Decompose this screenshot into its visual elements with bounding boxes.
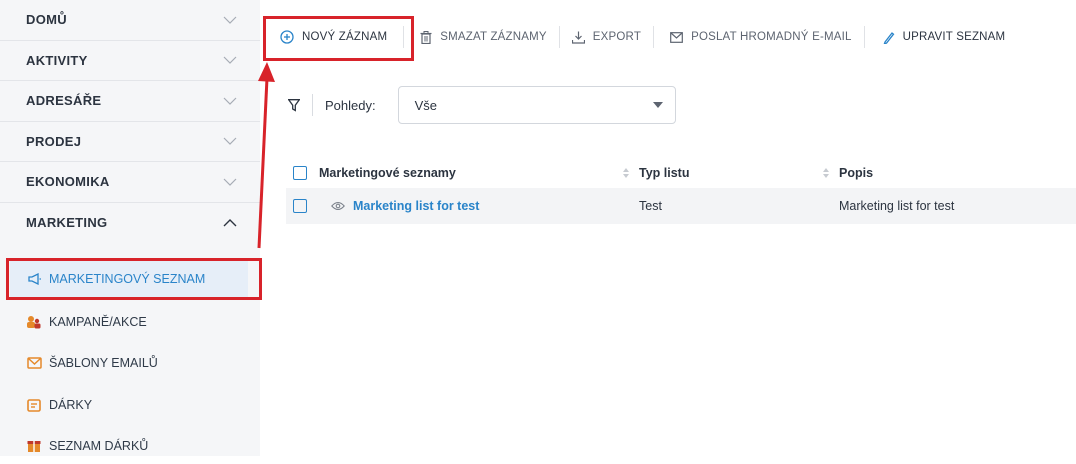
campaign-icon [26,314,42,330]
sidebar-item-gift-list[interactable]: SEZNAM DÁRKŮ [10,428,248,464]
megaphone-icon [26,271,42,287]
envelope-icon [26,355,42,371]
select-all-checkbox[interactable] [293,166,307,180]
sidebar-item-email-templates[interactable]: ŠABLONY EMAILŮ [10,345,248,381]
cell-description-value: Marketing list for test [839,199,955,213]
cell-name: Marketing list for test [319,199,639,213]
sidebar-item-gifts[interactable]: DÁRKY [10,387,248,423]
cell-type-value: Test [639,199,662,213]
export-button[interactable]: EXPORT [560,22,653,52]
chevron-down-icon [222,52,238,68]
nav-section-label: AKTIVITY [26,52,88,68]
plus-circle-icon [280,30,294,44]
column-header-type[interactable]: Typ listu [639,166,839,180]
chevron-down-icon [222,133,238,149]
nav-section-sales[interactable]: PRODEJ [0,122,260,162]
sidebar-item-label: KAMPANĚ/AKCE [49,315,147,329]
sidebar: DOMŮ AKTIVITY ADRESÁŘE PRODEJ EKONOMIKA … [0,0,260,456]
nav-section-label: PRODEJ [26,133,82,149]
nav-section-marketing[interactable]: MARKETING [0,203,260,244]
envelope-icon [670,31,683,43]
nav-section-economics[interactable]: EKONOMIKA [0,162,260,203]
views-select[interactable]: Vše [397,86,676,124]
sidebar-item-label: MARKETINGOVÝ SEZNAM [49,272,206,286]
new-record-label: NOVÝ ZÁZNAM [302,31,388,43]
cell-type: Test [639,199,839,213]
filter-row: Pohledy: Vše [288,86,676,124]
sidebar-item-campaigns[interactable]: KAMPANĚ/AKCE [10,304,248,340]
eye-icon[interactable] [331,201,345,211]
column-header-label: Typ listu [639,166,690,180]
delete-records-label: SMAZAT ZÁZNAMY [440,31,547,43]
edit-list-label: UPRAVIT SEZNAM [902,31,1006,43]
bulk-email-label: POSLAT HROMADNÝ E-MAIL [691,31,852,43]
views-label: Pohledy: [325,97,376,113]
table-header: Marketingové seznamy Typ listu Popis [286,158,1076,188]
pencil-icon [883,31,895,44]
column-header-name[interactable]: Marketingové seznamy [319,166,639,180]
toolbar: NOVÝ ZÁZNAM SMAZAT ZÁZNAMY EXPORT POSLAT… [262,16,1076,58]
edit-list-button[interactable]: UPRAVIT SEZNAM [865,22,1018,52]
chevron-down-icon [222,93,238,109]
annotation-arrow [257,62,275,249]
delete-records-button[interactable]: SMAZAT ZÁZNAMY [404,22,559,52]
chevron-down-icon [222,174,238,190]
row-checkbox[interactable] [293,199,307,213]
nav-section-label: MARKETING [26,215,108,231]
gift-list-icon [26,438,42,454]
table-row[interactable]: Marketing list for test Test Marketing l… [286,188,1076,224]
export-label: EXPORT [592,31,642,43]
views-select-value: Vše [414,97,437,113]
nav-section-directories[interactable]: ADRESÁŘE [0,81,260,122]
nav-section-label: DOMŮ [26,12,67,28]
filter-divider [312,94,313,116]
new-record-button[interactable]: NOVÝ ZÁZNAM [262,22,403,52]
filter-icon[interactable] [288,98,300,112]
download-icon [571,31,585,44]
sidebar-item-label: DÁRKY [49,398,93,412]
gift-card-icon [26,397,42,413]
marketing-lists-table: Marketingové seznamy Typ listu Popis Mar… [286,158,1076,224]
column-header-label: Marketingové seznamy [319,166,456,180]
nav-section-activities[interactable]: AKTIVITY [0,41,260,81]
nav-section-home[interactable]: DOMŮ [0,0,260,41]
cell-description: Marketing list for test [839,197,954,215]
column-header-label: Popis [839,166,874,180]
sidebar-item-label: SEZNAM DÁRKŮ [49,439,149,453]
column-header-description[interactable]: Popis [839,164,873,182]
chevron-down-icon [222,12,238,28]
nav-section-label: ADRESÁŘE [26,93,102,109]
sidebar-item-marketing-list[interactable]: MARKETINGOVÝ SEZNAM [10,261,248,297]
sidebar-item-label: ŠABLONY EMAILŮ [49,356,158,370]
bulk-email-button[interactable]: POSLAT HROMADNÝ E-MAIL [654,22,864,52]
chevron-up-icon [222,215,238,231]
sort-icon[interactable] [823,168,829,178]
trash-icon [420,30,432,44]
nav-section-label: EKONOMIKA [26,174,110,190]
sort-icon[interactable] [623,168,629,178]
caret-down-icon [652,102,663,108]
record-link[interactable]: Marketing list for test [353,199,479,213]
